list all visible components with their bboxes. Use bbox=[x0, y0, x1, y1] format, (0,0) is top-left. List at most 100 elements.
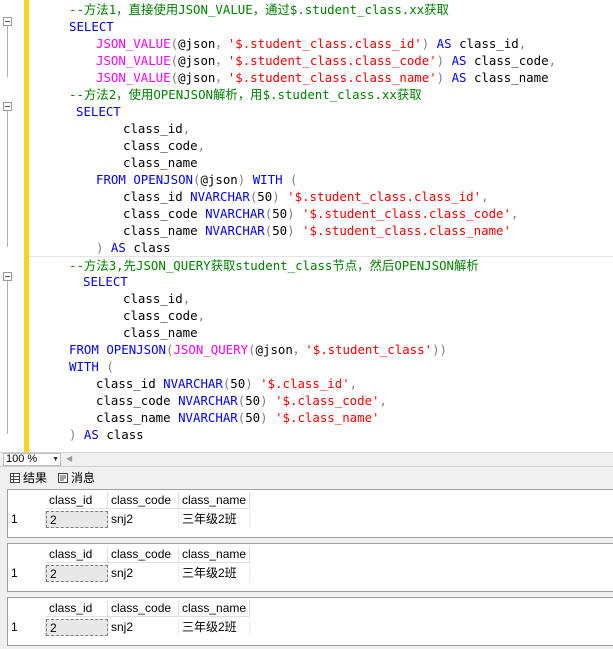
table-cell[interactable]: 三年级2班 bbox=[179, 565, 250, 582]
scroll-left-icon[interactable]: ◀ bbox=[66, 454, 72, 463]
code-line[interactable]: --方法1，直接使用JSON_VALUE，通过$.student_class.x… bbox=[29, 1, 613, 18]
code-token: class bbox=[133, 240, 171, 255]
tab-results[interactable]: 结果 bbox=[10, 470, 47, 486]
query-editor[interactable]: --方法1，直接使用JSON_VALUE，通过$.student_class.x… bbox=[0, 0, 613, 452]
code-line[interactable]: class_name NVARCHAR(50) '$.student_class… bbox=[29, 222, 613, 239]
table-cell[interactable]: 2 bbox=[46, 565, 108, 582]
table-cell[interactable]: 2 bbox=[46, 511, 108, 528]
code-line[interactable]: JSON_VALUE(@json，'$.student_class.class_… bbox=[29, 69, 613, 86]
chevron-down-icon[interactable]: ▼ bbox=[52, 454, 59, 465]
code-line[interactable]: class_id, bbox=[29, 290, 613, 307]
code-line[interactable]: SELECT bbox=[29, 18, 613, 35]
column-header[interactable]: class_code bbox=[108, 546, 179, 563]
code-token: OPENJSON bbox=[133, 172, 193, 187]
row-number[interactable]: 1 bbox=[8, 619, 46, 636]
code-line[interactable]: FROM OPENJSON(@json) WITH ( bbox=[29, 171, 613, 188]
code-line[interactable]: JSON_VALUE(@json，'$.student_class.class_… bbox=[29, 52, 613, 69]
code-token: ) bbox=[260, 410, 268, 425]
code-line[interactable]: ) AS class bbox=[29, 426, 613, 443]
code-token: '$.student_class.class_name' bbox=[227, 70, 437, 85]
result-grid[interactable]: class_id class_code class_name 1 2 snj2 三年级2班 bbox=[7, 543, 613, 592]
code-line[interactable]: class_code, bbox=[29, 307, 613, 324]
code-token: 50 bbox=[272, 206, 288, 221]
code-line[interactable]: class_name bbox=[29, 324, 613, 341]
code-token: ， bbox=[215, 36, 228, 51]
code-token: class_code bbox=[473, 53, 549, 68]
code-line[interactable]: class_id NVARCHAR(50) '$.student_class.c… bbox=[29, 188, 613, 205]
code-line[interactable]: class_code NVARCHAR(50) '$.class_code', bbox=[29, 392, 613, 409]
table-cell[interactable]: 三年级2班 bbox=[179, 619, 250, 636]
result-grid[interactable]: class_id class_code class_name 1 2 snj2 三年级2班 bbox=[7, 489, 613, 538]
code-token: ( bbox=[170, 36, 179, 51]
table-cell[interactable]: 三年级2班 bbox=[179, 511, 250, 528]
code-token: ) bbox=[436, 70, 445, 85]
code-token: WITH bbox=[245, 172, 291, 187]
code-token: ( bbox=[106, 359, 114, 374]
code-token: '$.student_class.class_id' bbox=[227, 36, 422, 51]
code-token: ( bbox=[170, 53, 179, 68]
column-header[interactable]: class_code bbox=[108, 600, 179, 617]
column-header[interactable]: class_code bbox=[108, 492, 179, 509]
code-line[interactable]: class_id NVARCHAR(50) '$.class_id', bbox=[29, 375, 613, 392]
column-header[interactable]: class_id bbox=[46, 600, 108, 617]
editor-gutter bbox=[0, 0, 25, 452]
code-token: class_id bbox=[459, 36, 519, 51]
result-grid[interactable]: class_id class_code class_name 1 2 snj2 三年级2班 bbox=[7, 597, 613, 646]
zoom-select[interactable]: 100 % ▼ bbox=[3, 453, 61, 466]
code-token: , bbox=[182, 121, 191, 136]
collapse-icon[interactable] bbox=[3, 17, 12, 26]
row-number[interactable]: 1 bbox=[8, 565, 46, 582]
table-cell[interactable]: snj2 bbox=[108, 565, 179, 582]
code-token: NVARCHAR bbox=[205, 223, 265, 238]
code-token: AS bbox=[76, 427, 107, 442]
code-token: , bbox=[182, 291, 191, 306]
code-line[interactable]: --方法3,先JSON_QUERY获取student_class节点，然后OPE… bbox=[29, 256, 613, 274]
collapse-icon[interactable] bbox=[3, 102, 12, 111]
code-token: ， bbox=[215, 53, 228, 68]
table-cell[interactable]: 2 bbox=[46, 619, 108, 636]
code-token: '$.student_class' bbox=[305, 342, 433, 357]
code-line[interactable]: class_code, bbox=[29, 137, 613, 154]
code-token: '$.class_name' bbox=[267, 410, 380, 425]
code-token: , bbox=[548, 53, 557, 68]
code-token: ) bbox=[287, 223, 295, 238]
code-token: --方法3,先JSON_QUERY获取student_class节点，然后OPE… bbox=[69, 258, 479, 273]
code-line[interactable]: SELECT bbox=[29, 273, 613, 290]
code-token: JSON_VALUE bbox=[96, 70, 171, 85]
code-token: class_code bbox=[123, 206, 206, 221]
code-token: ) bbox=[260, 393, 268, 408]
code-area[interactable]: --方法1，直接使用JSON_VALUE，通过$.student_class.x… bbox=[29, 0, 613, 452]
code-line[interactable]: --方法2，使用OPENJSON解析，用$.student_class.xx获取 bbox=[29, 86, 613, 103]
code-token: @json bbox=[178, 36, 216, 51]
column-header[interactable]: class_name bbox=[179, 600, 250, 617]
code-token: ) bbox=[245, 376, 253, 391]
code-token: AS bbox=[429, 36, 460, 51]
code-line[interactable]: class_name bbox=[29, 154, 613, 171]
code-line[interactable]: class_name NVARCHAR(50) '$.class_name' bbox=[29, 409, 613, 426]
message-icon bbox=[58, 473, 68, 483]
code-line[interactable]: ) AS class bbox=[29, 239, 613, 256]
column-header[interactable]: class_name bbox=[179, 492, 250, 509]
row-number[interactable]: 1 bbox=[8, 511, 46, 528]
tab-messages[interactable]: 消息 bbox=[58, 470, 95, 486]
code-token: 50 bbox=[272, 223, 288, 238]
code-token: ) bbox=[436, 53, 445, 68]
code-line[interactable]: class_id, bbox=[29, 120, 613, 137]
tab-results-label: 结果 bbox=[23, 471, 48, 485]
code-token: '$.student_class.class_name' bbox=[294, 223, 511, 238]
code-line[interactable]: class_code NVARCHAR(50) '$.student_class… bbox=[29, 205, 613, 222]
column-header[interactable]: class_id bbox=[46, 546, 108, 563]
code-token: NVARCHAR bbox=[190, 189, 250, 204]
column-header[interactable]: class_id bbox=[46, 492, 108, 509]
code-line[interactable]: SELECT bbox=[29, 103, 613, 120]
column-header[interactable]: class_name bbox=[179, 546, 250, 563]
code-token: AS bbox=[103, 240, 134, 255]
code-line[interactable]: WITH ( bbox=[29, 358, 613, 375]
table-cell[interactable]: snj2 bbox=[108, 619, 179, 636]
code-token: @json bbox=[178, 70, 216, 85]
code-token: class bbox=[106, 427, 144, 442]
table-cell[interactable]: snj2 bbox=[108, 511, 179, 528]
code-line[interactable]: JSON_VALUE(@json，'$.student_class.class_… bbox=[29, 35, 613, 52]
code-line[interactable]: FROM OPENJSON(JSON_QUERY(@json，'$.studen… bbox=[29, 341, 613, 358]
collapse-icon[interactable] bbox=[3, 272, 12, 281]
